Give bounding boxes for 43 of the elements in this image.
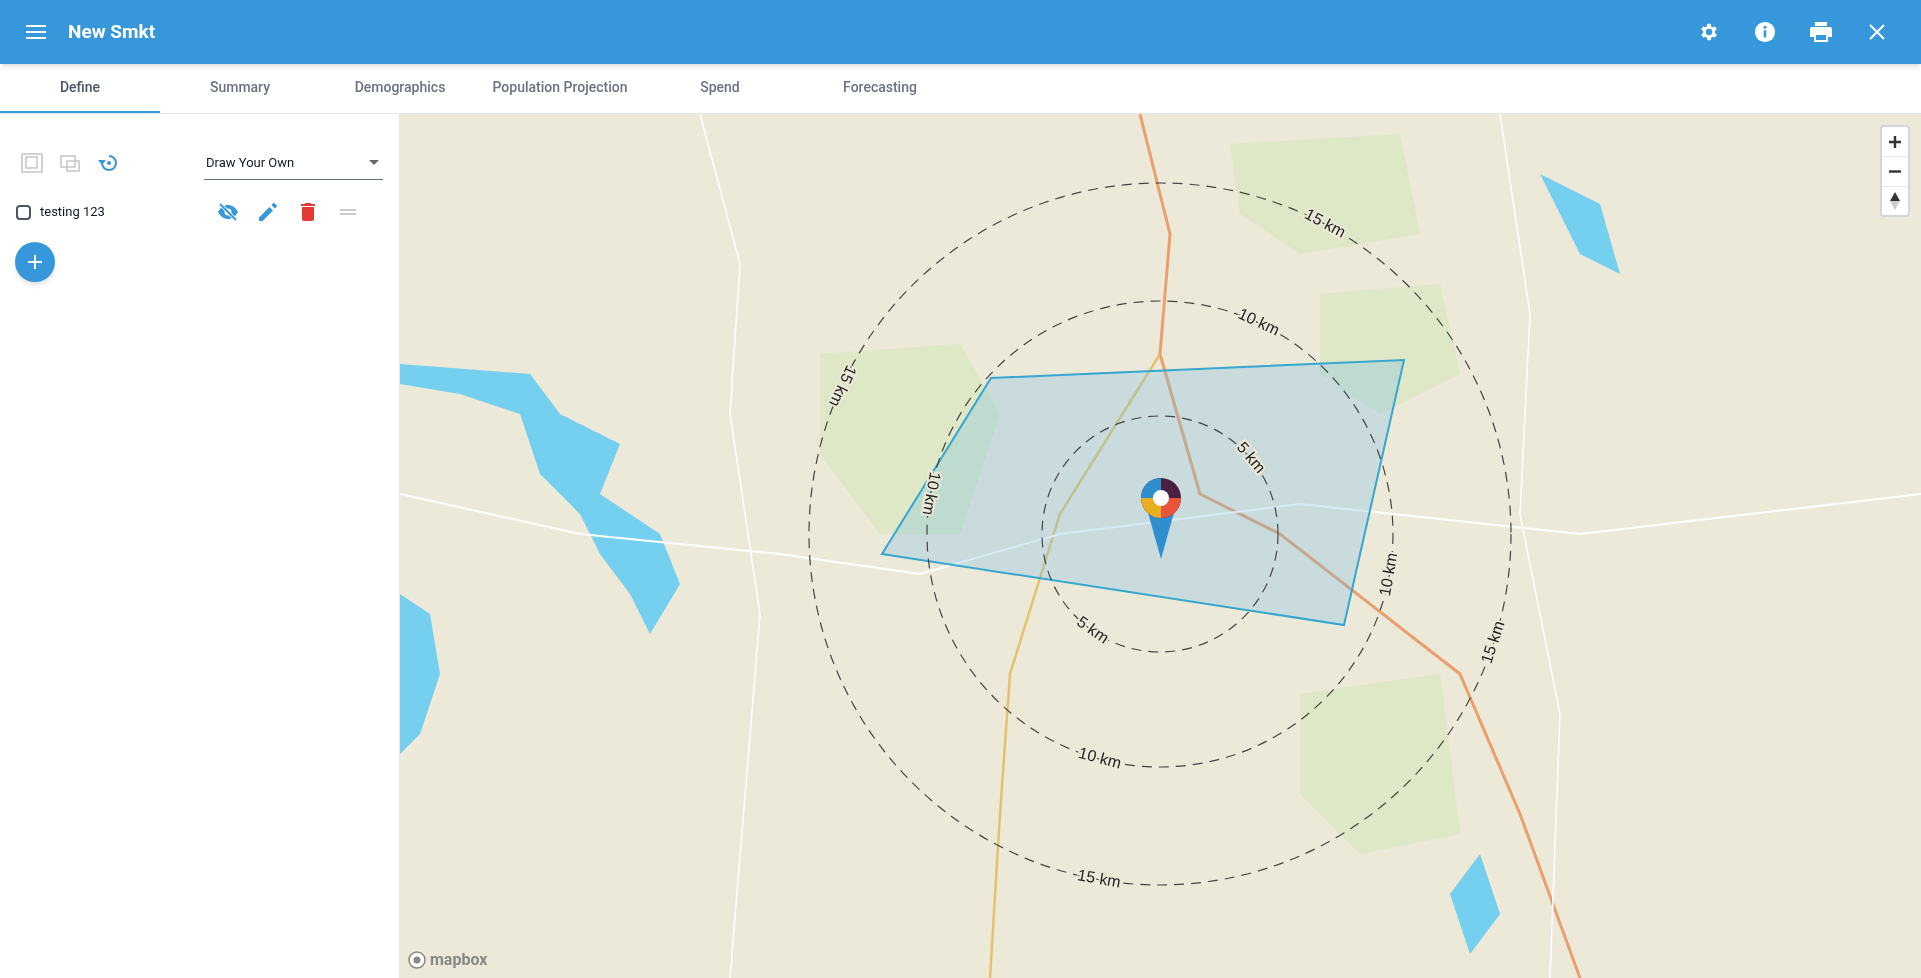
distance-label: 10 km bbox=[1376, 551, 1401, 598]
distance-label: 15 km bbox=[1302, 205, 1349, 241]
info-button[interactable] bbox=[1753, 20, 1777, 44]
minus-icon bbox=[1889, 170, 1901, 173]
distance-label: 5 km bbox=[1073, 612, 1113, 647]
location-pin-icon[interactable] bbox=[1141, 478, 1181, 559]
dropdown-caret-icon bbox=[369, 160, 379, 165]
menu-icon bbox=[26, 25, 46, 39]
mapbox-logo-icon bbox=[408, 951, 426, 969]
drag-handle-icon bbox=[340, 209, 356, 215]
distance-label: 15 km bbox=[1477, 618, 1508, 666]
close-icon bbox=[1869, 24, 1885, 40]
draw-mode-dropdown[interactable]: Draw Your Own bbox=[204, 146, 383, 180]
app-title: New Smkt bbox=[68, 18, 156, 45]
distance-label: 10 km bbox=[919, 470, 944, 517]
tab[interactable]: Population Projection bbox=[480, 64, 640, 113]
trash-icon bbox=[301, 203, 315, 221]
tab[interactable]: Spend bbox=[640, 64, 800, 113]
tab[interactable]: Summary bbox=[160, 64, 320, 113]
plus-icon bbox=[28, 255, 42, 269]
distance-label: 5 km bbox=[1233, 438, 1270, 477]
move-area-icon bbox=[59, 153, 81, 173]
compass-icon bbox=[1890, 192, 1900, 210]
map-attribution[interactable]: mapbox bbox=[430, 948, 488, 972]
reset-icon bbox=[97, 153, 119, 173]
select-area-icon bbox=[21, 153, 43, 173]
distance-label: 10 km bbox=[1235, 304, 1283, 339]
map-view[interactable]: 5 km 5 km 10 km 10 km 10 km 10 km 15 km 15 km 15 km 15 km mapbox bbox=[400, 114, 1921, 978]
tab[interactable]: Demographics bbox=[320, 64, 480, 113]
layer-checkbox[interactable] bbox=[16, 204, 31, 220]
info-icon bbox=[1754, 21, 1776, 43]
add-button[interactable] bbox=[15, 242, 55, 282]
distance-label: 15 km bbox=[826, 362, 860, 410]
tab[interactable]: Forecasting bbox=[800, 64, 960, 113]
distance-label: 15 km bbox=[1076, 866, 1123, 891]
settings-icon bbox=[1698, 21, 1720, 43]
print-button[interactable] bbox=[1809, 20, 1833, 44]
plus-icon bbox=[1889, 135, 1901, 148]
print-icon bbox=[1810, 22, 1832, 42]
distance-label: 10 km bbox=[1076, 744, 1124, 772]
pencil-icon bbox=[259, 203, 277, 221]
edit-button[interactable] bbox=[256, 200, 280, 224]
layer-name: testing 123 bbox=[40, 203, 106, 222]
